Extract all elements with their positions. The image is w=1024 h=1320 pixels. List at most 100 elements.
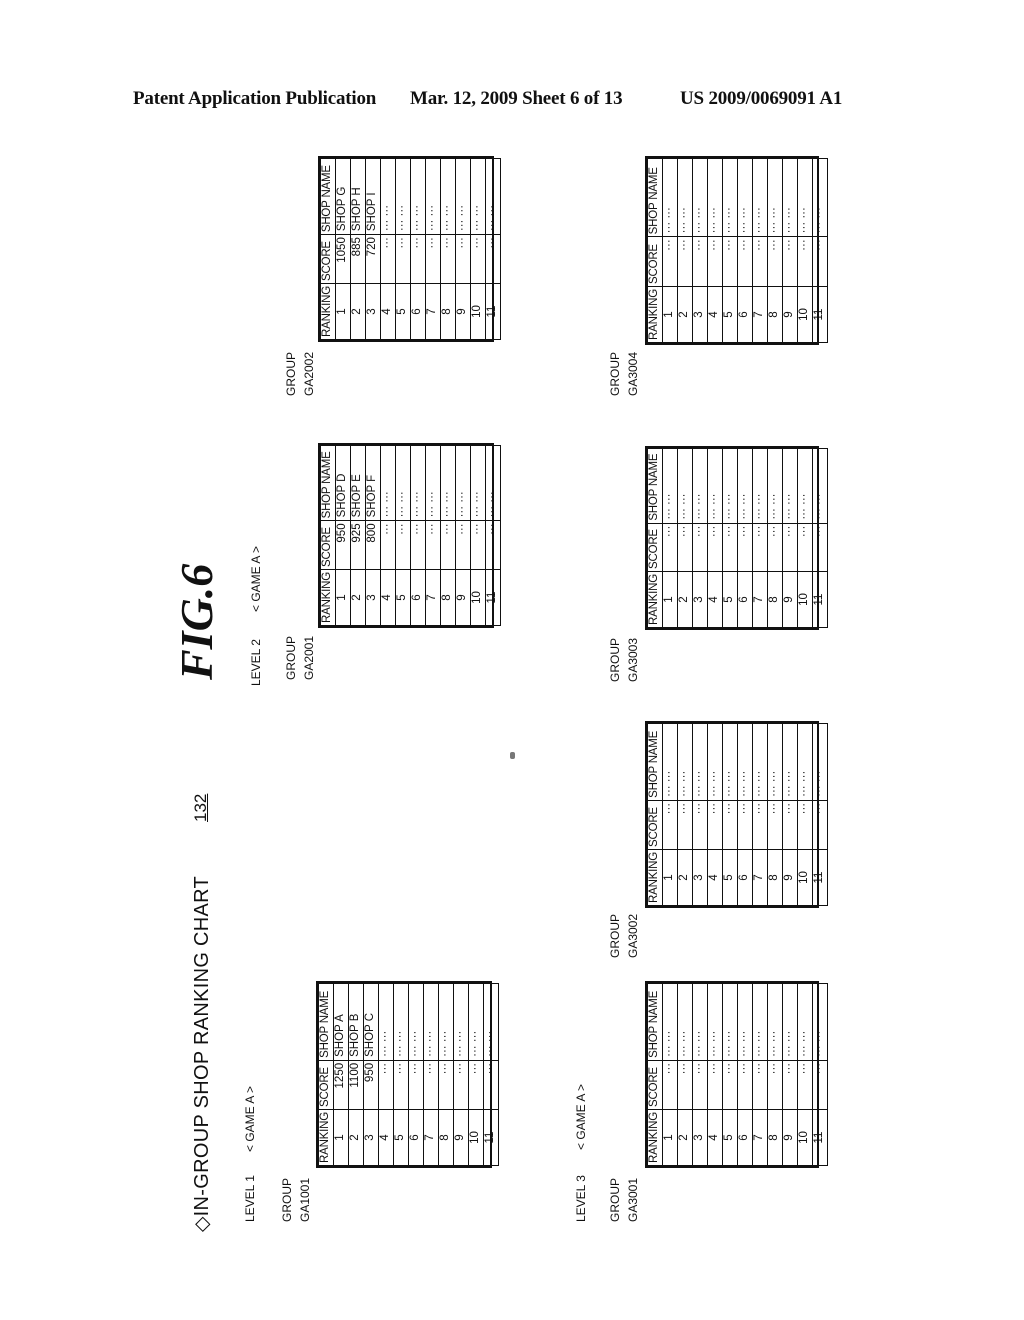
rank-cell: 11	[812, 286, 828, 343]
name-cell: ··· ···	[662, 448, 678, 524]
name-cell: ··· ···	[782, 158, 798, 237]
rank-cell: 3	[692, 571, 708, 628]
rank-cell: 9	[455, 569, 471, 626]
level-2-game-label: < GAME A >	[249, 545, 263, 612]
table-row: 11 ··· ··· ···	[812, 723, 828, 906]
table-row: 5 ··· ··· ···	[395, 445, 411, 626]
rank-cell: 7	[752, 286, 768, 343]
score-cell: ···	[812, 236, 828, 287]
score-cell: ···	[425, 520, 441, 570]
score-cell: ···	[662, 1060, 678, 1110]
score-cell: ···	[692, 236, 708, 287]
publication-date-sheet: Mar. 12, 2009 Sheet 6 of 13	[410, 88, 623, 109]
score-cell: ···	[423, 1060, 439, 1110]
table-row: 3 ··· ··· ···	[692, 983, 708, 1166]
group-id: GA3004	[626, 351, 640, 396]
name-cell: ··· ···	[440, 445, 456, 521]
name-cell: ··· ···	[692, 723, 708, 801]
table-row: 4 ··· ··· ···	[707, 448, 723, 628]
group-label-ga3003: GROUP GA3003	[608, 637, 640, 682]
column-header-score: SCORE	[320, 234, 336, 284]
column-header-score: SCORE	[647, 236, 663, 287]
rank-cell: 3	[692, 286, 708, 343]
score-cell: ···	[455, 234, 471, 284]
name-cell: ··· ···	[455, 445, 471, 521]
score-cell: 950	[335, 520, 351, 570]
rank-cell: 1	[335, 283, 351, 340]
rank-cell: 5	[722, 286, 738, 343]
name-cell: ··· ···	[767, 723, 783, 801]
table-row: 8 ··· ··· ···	[438, 983, 454, 1166]
rank-cell: 4	[707, 286, 723, 343]
score-cell: ···	[782, 800, 798, 850]
ranking-table-ga1001: RANKING SCORE SHOP NAME 1 1250 SHOP A 2 1100 SHO…	[316, 981, 499, 1168]
column-header-name: SHOP NAME	[318, 983, 334, 1061]
score-cell: ···	[470, 520, 486, 570]
group-id: GA3003	[626, 637, 640, 682]
score-cell: ···	[767, 1060, 783, 1110]
table-row: 1 ··· ··· ···	[662, 448, 678, 628]
score-cell: ···	[707, 1060, 723, 1110]
table-row: 11 ··· ··· ···	[812, 983, 828, 1166]
name-cell: ··· ···	[440, 158, 456, 235]
score-cell: ···	[782, 1060, 798, 1110]
rank-cell: 10	[468, 1109, 484, 1166]
rank-cell: 10	[797, 1109, 813, 1166]
score-cell: ···	[485, 520, 501, 570]
score-cell: ···	[380, 520, 396, 570]
score-cell: 1250	[333, 1060, 349, 1110]
table-row: 4 ··· ··· ···	[707, 723, 723, 906]
ranking-table-grid: RANKING SCORE SHOP NAME 1 950 SHOP D 2 925 SHOP …	[320, 445, 501, 626]
rank-cell: 7	[423, 1109, 439, 1166]
rank-cell: 2	[350, 569, 366, 626]
score-cell: ···	[440, 234, 456, 284]
table-row: 6 ··· ··· ···	[410, 158, 426, 340]
table-row: 3 720 SHOP I	[365, 158, 381, 340]
rank-cell: 10	[470, 283, 486, 340]
rank-cell: 11	[483, 1109, 499, 1166]
name-cell: SHOP I	[365, 158, 381, 235]
name-cell: ··· ···	[378, 983, 394, 1061]
name-cell: SHOP C	[363, 983, 379, 1061]
score-cell: ···	[395, 520, 411, 570]
score-cell: ···	[752, 236, 768, 287]
rank-cell: 3	[365, 283, 381, 340]
publication-number: US 2009/0069091 A1	[680, 88, 843, 109]
table-row: 2 ··· ··· ···	[677, 448, 693, 628]
level-2-label: LEVEL 2	[249, 639, 263, 686]
column-header-rank: RANKING	[647, 571, 663, 628]
score-cell: ···	[812, 800, 828, 850]
score-cell: ···	[677, 800, 693, 850]
table-row: 4 ··· ··· ···	[380, 445, 396, 626]
score-cell: ···	[737, 800, 753, 850]
table-row: 7 ··· ··· ···	[425, 158, 441, 340]
table-row: 8 ··· ··· ···	[767, 723, 783, 906]
score-cell: ···	[797, 236, 813, 287]
table-row: 6 ··· ··· ···	[737, 983, 753, 1166]
column-header-rank: RANKING	[318, 1109, 334, 1166]
rank-cell: 4	[380, 569, 396, 626]
group-id: GA3001	[626, 1177, 640, 1222]
rank-cell: 2	[677, 571, 693, 628]
score-cell: ···	[677, 523, 693, 572]
table-header-row: RANKING SCORE SHOP NAME	[320, 445, 336, 626]
score-cell: ···	[692, 800, 708, 850]
rank-cell: 5	[395, 283, 411, 340]
score-cell: 800	[365, 520, 381, 570]
group-label-ga3001: GROUP GA3001	[608, 1177, 640, 1222]
name-cell: ··· ···	[797, 983, 813, 1061]
table-header-row: RANKING SCORE SHOP NAME	[318, 983, 334, 1166]
score-cell: ···	[707, 800, 723, 850]
rank-cell: 8	[767, 286, 783, 343]
name-cell: ··· ···	[737, 448, 753, 524]
name-cell: ··· ···	[662, 723, 678, 801]
name-cell: ··· ···	[752, 983, 768, 1061]
rank-cell: 3	[692, 849, 708, 906]
score-cell: ···	[395, 234, 411, 284]
rank-cell: 8	[767, 1109, 783, 1166]
rank-cell: 2	[677, 1109, 693, 1166]
name-cell: ··· ···	[722, 448, 738, 524]
table-row: 9 ··· ··· ···	[782, 158, 798, 343]
score-cell: ···	[767, 800, 783, 850]
table-row: 2 ··· ··· ···	[677, 158, 693, 343]
